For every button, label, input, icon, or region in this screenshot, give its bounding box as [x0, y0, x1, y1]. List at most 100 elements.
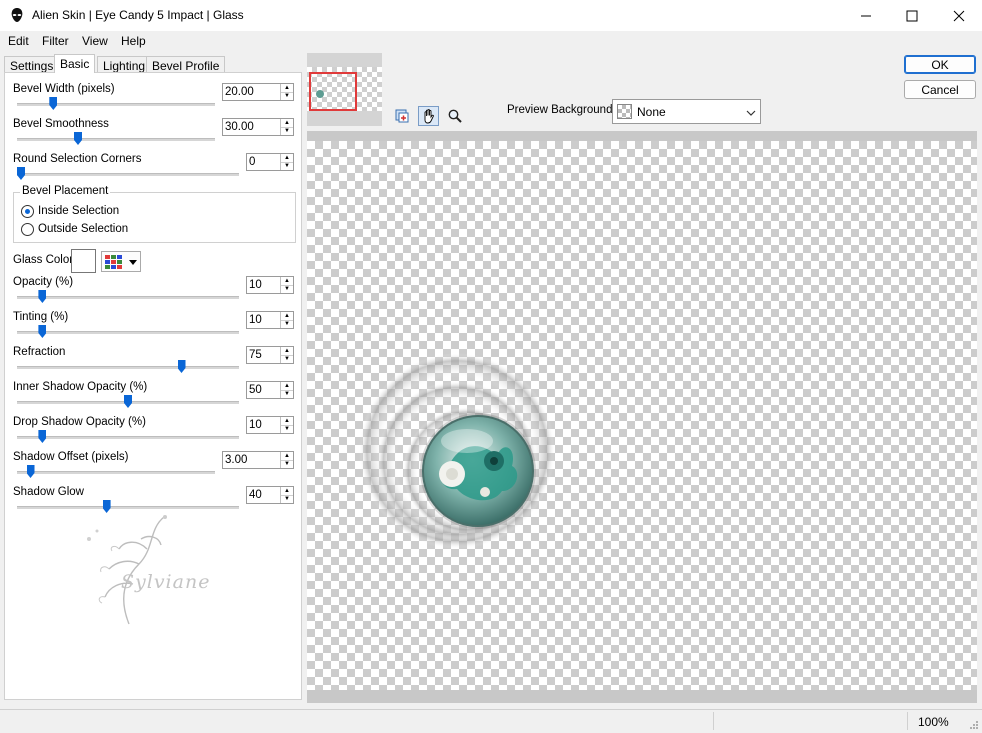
- outside-selection-label[interactable]: Outside Selection: [38, 223, 128, 235]
- inner-shadow-opacity-slider-thumb[interactable]: [124, 395, 132, 408]
- close-button[interactable]: [936, 0, 982, 31]
- spin-down-icon[interactable]: ▼: [281, 424, 293, 434]
- spin-down-icon[interactable]: ▼: [281, 161, 293, 171]
- spin-down-icon[interactable]: ▼: [281, 284, 293, 294]
- ok-button[interactable]: OK: [904, 55, 976, 74]
- bevel-width-spinner[interactable]: 20.00 ▲ ▼: [222, 83, 294, 101]
- spin-down-icon[interactable]: ▼: [281, 389, 293, 399]
- refraction-label: Refraction: [13, 346, 66, 358]
- spin-up-icon[interactable]: ▲: [281, 277, 293, 285]
- refraction-spinner[interactable]: 75 ▲ ▼: [246, 346, 294, 364]
- preview-canvas[interactable]: [307, 141, 977, 690]
- shadow-offset-slider[interactable]: [17, 471, 215, 474]
- shadow-glow-spinner[interactable]: 40 ▲ ▼: [246, 486, 294, 504]
- menu-edit[interactable]: Edit: [8, 34, 29, 48]
- bevel-width-value[interactable]: 20.00: [223, 84, 280, 100]
- shadow-offset-label: Shadow Offset (pixels): [13, 451, 129, 463]
- cancel-button[interactable]: Cancel: [904, 80, 976, 99]
- glass-preview-image: [359, 353, 555, 549]
- opacity-spinner[interactable]: 10 ▲ ▼: [246, 276, 294, 294]
- drop-shadow-opacity-slider[interactable]: [17, 436, 239, 439]
- glass-color-swatch[interactable]: [71, 249, 96, 273]
- maximize-icon: [906, 10, 918, 21]
- bevel-smoothness-label: Bevel Smoothness: [13, 118, 109, 130]
- menu-view[interactable]: View: [82, 34, 108, 48]
- spin-up-icon[interactable]: ▲: [281, 382, 293, 390]
- shadow-offset-value[interactable]: 3.00: [223, 452, 280, 468]
- inner-shadow-opacity-label: Inner Shadow Opacity (%): [13, 381, 148, 393]
- bevel-width-slider-thumb[interactable]: [49, 97, 58, 110]
- title-bar: Alien Skin | Eye Candy 5 Impact | Glass: [0, 0, 982, 31]
- tinting-value[interactable]: 10: [247, 312, 280, 328]
- resize-grip-icon[interactable]: [969, 720, 979, 730]
- tab-lighting[interactable]: Lighting: [97, 56, 152, 73]
- shadow-offset-slider-thumb[interactable]: [26, 465, 35, 478]
- drop-shadow-opacity-spinner[interactable]: 10 ▲ ▼: [246, 416, 294, 434]
- inside-selection-label[interactable]: Inside Selection: [38, 205, 119, 217]
- bevel-placement-group: Bevel Placement Inside Selection Outside…: [13, 185, 296, 243]
- refraction-slider-thumb[interactable]: [177, 360, 186, 373]
- preview-toggle-button[interactable]: [391, 106, 412, 126]
- bevel-smoothness-spinner[interactable]: 30.00 ▲ ▼: [222, 118, 294, 136]
- zoom-button[interactable]: [444, 106, 465, 126]
- watermark-text: Sylviane: [121, 571, 211, 593]
- shadow-offset-spinner[interactable]: 3.00 ▲ ▼: [222, 451, 294, 469]
- spin-down-icon[interactable]: ▼: [281, 126, 293, 136]
- spin-up-icon[interactable]: ▲: [281, 487, 293, 495]
- spin-up-icon[interactable]: ▲: [281, 347, 293, 355]
- spin-up-icon[interactable]: ▲: [281, 312, 293, 320]
- tinting-spinner[interactable]: 10 ▲ ▼: [246, 311, 294, 329]
- round-corners-value[interactable]: 0: [247, 154, 280, 170]
- spin-up-icon[interactable]: ▲: [281, 154, 293, 162]
- hand-pan-button[interactable]: [418, 106, 439, 126]
- drop-shadow-opacity-value[interactable]: 10: [247, 417, 280, 433]
- bevel-width-label: Bevel Width (pixels): [13, 83, 115, 95]
- status-bar: 100%: [0, 709, 982, 733]
- inner-shadow-opacity-spinner[interactable]: 50 ▲ ▼: [246, 381, 294, 399]
- bevel-smoothness-value[interactable]: 30.00: [223, 119, 280, 135]
- color-picker-dropdown[interactable]: [101, 251, 141, 272]
- bevel-smoothness-slider-thumb[interactable]: [74, 132, 82, 145]
- menu-help[interactable]: Help: [121, 34, 146, 48]
- tab-basic[interactable]: Basic: [54, 54, 96, 73]
- spin-down-icon[interactable]: ▼: [281, 494, 293, 504]
- round-corners-slider[interactable]: [17, 173, 239, 176]
- bevel-smoothness-slider[interactable]: [17, 138, 215, 141]
- zoom-level: 100%: [918, 715, 949, 729]
- spin-down-icon[interactable]: ▼: [281, 459, 293, 469]
- spin-up-icon[interactable]: ▲: [281, 84, 293, 92]
- tab-settings[interactable]: Settings: [4, 56, 60, 73]
- bevel-width-slider[interactable]: [17, 103, 215, 106]
- spin-up-icon[interactable]: ▲: [281, 452, 293, 460]
- spin-down-icon[interactable]: ▼: [281, 319, 293, 329]
- refraction-value[interactable]: 75: [247, 347, 280, 363]
- drop-shadow-opacity-slider-thumb[interactable]: [38, 430, 47, 443]
- menu-filter[interactable]: Filter: [42, 34, 69, 48]
- tab-bevel-profile[interactable]: Bevel Profile: [146, 56, 226, 73]
- tinting-slider[interactable]: [17, 331, 239, 334]
- opacity-slider-thumb[interactable]: [38, 290, 47, 303]
- spin-down-icon[interactable]: ▼: [281, 354, 293, 364]
- spin-up-icon[interactable]: ▲: [281, 119, 293, 127]
- preview-background-select[interactable]: None: [612, 99, 761, 124]
- inside-selection-radio[interactable]: [21, 205, 34, 218]
- inner-shadow-opacity-value[interactable]: 50: [247, 382, 280, 398]
- spin-up-icon[interactable]: ▲: [281, 417, 293, 425]
- color-grid-icon: [105, 255, 122, 269]
- round-corners-slider-thumb[interactable]: [17, 167, 25, 180]
- minimize-button[interactable]: [843, 0, 889, 31]
- maximize-button[interactable]: [889, 0, 935, 31]
- opacity-value[interactable]: 10: [247, 277, 280, 293]
- thumbnail-preview-icon: [316, 90, 324, 98]
- tinting-slider-thumb[interactable]: [38, 325, 47, 338]
- opacity-slider[interactable]: [17, 296, 239, 299]
- spin-down-icon[interactable]: ▼: [281, 91, 293, 101]
- outside-selection-radio[interactable]: [21, 223, 34, 236]
- refraction-slider[interactable]: [17, 366, 239, 369]
- shadow-glow-value[interactable]: 40: [247, 487, 280, 503]
- status-divider: [907, 712, 908, 730]
- round-corners-spinner[interactable]: 0 ▲ ▼: [246, 153, 294, 171]
- tinting-label: Tinting (%): [13, 311, 69, 323]
- navigator-thumbnail[interactable]: [307, 53, 382, 126]
- preview-toggle-icon: [395, 109, 408, 123]
